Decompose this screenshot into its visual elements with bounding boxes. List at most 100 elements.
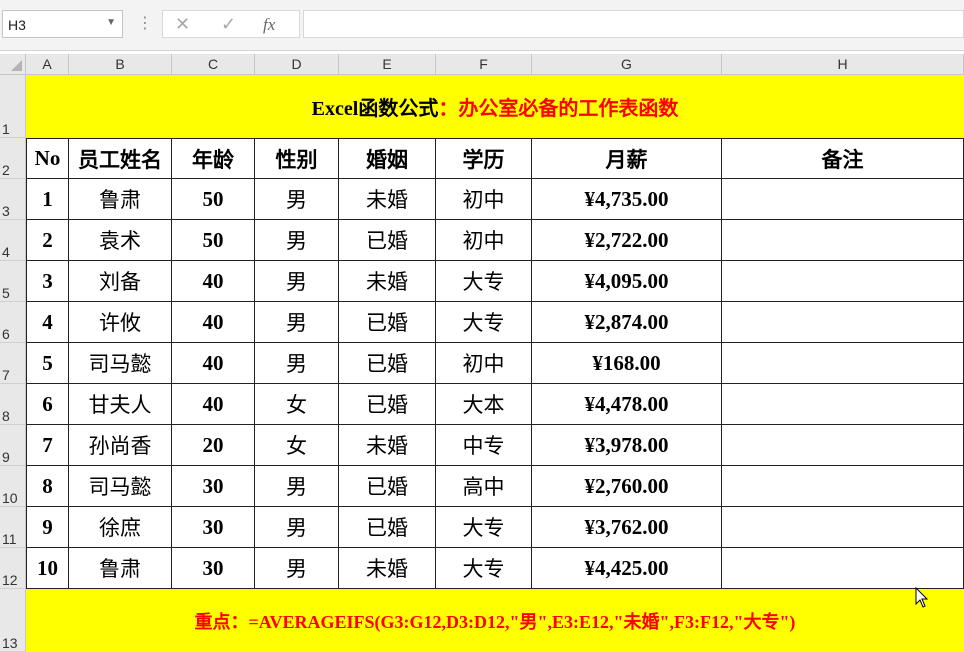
- table-cell[interactable]: ¥4,095.00: [532, 261, 722, 302]
- table-cell[interactable]: 大专: [436, 261, 532, 302]
- table-cell[interactable]: [722, 466, 964, 507]
- table-cell[interactable]: 男: [255, 507, 339, 548]
- row-header-5[interactable]: 5: [0, 261, 26, 302]
- column-header-b[interactable]: B: [69, 54, 172, 75]
- table-cell[interactable]: 男: [255, 220, 339, 261]
- header-cell[interactable]: 婚姻: [339, 138, 436, 179]
- formula-input[interactable]: [303, 10, 964, 38]
- table-cell[interactable]: 初中: [436, 343, 532, 384]
- table-cell[interactable]: 男: [255, 343, 339, 384]
- header-cell[interactable]: 备注: [722, 138, 964, 179]
- table-cell[interactable]: 已婚: [339, 343, 436, 384]
- table-cell[interactable]: [722, 343, 964, 384]
- chevron-down-icon[interactable]: ▼: [106, 17, 116, 28]
- table-cell[interactable]: 3: [26, 261, 69, 302]
- table-cell[interactable]: ¥4,425.00: [532, 548, 722, 589]
- header-cell[interactable]: 月薪: [532, 138, 722, 179]
- table-cell[interactable]: 8: [26, 466, 69, 507]
- table-cell[interactable]: 2: [26, 220, 69, 261]
- table-cell[interactable]: 50: [172, 220, 255, 261]
- column-header-h[interactable]: H: [722, 54, 964, 75]
- table-cell[interactable]: 未婚: [339, 425, 436, 466]
- table-cell[interactable]: 4: [26, 302, 69, 343]
- table-cell[interactable]: 已婚: [339, 384, 436, 425]
- table-cell[interactable]: 未婚: [339, 179, 436, 220]
- table-cell[interactable]: 女: [255, 425, 339, 466]
- row-header-7[interactable]: 7: [0, 343, 26, 384]
- row-header-3[interactable]: 3: [0, 179, 26, 220]
- table-cell[interactable]: 男: [255, 302, 339, 343]
- table-cell[interactable]: 初中: [436, 179, 532, 220]
- footer-band[interactable]: 重点： =AVERAGEIFS(G3:G12,D3:D12,"男",E3:E12,…: [26, 589, 964, 652]
- table-cell[interactable]: 1: [26, 179, 69, 220]
- table-cell[interactable]: 40: [172, 261, 255, 302]
- table-cell[interactable]: 孙尚香: [69, 425, 172, 466]
- table-cell[interactable]: 大专: [436, 302, 532, 343]
- table-cell[interactable]: [722, 548, 964, 589]
- table-cell[interactable]: 30: [172, 548, 255, 589]
- table-cell[interactable]: ¥168.00: [532, 343, 722, 384]
- table-cell[interactable]: 40: [172, 384, 255, 425]
- header-cell[interactable]: 员工姓名: [69, 138, 172, 179]
- table-cell[interactable]: ¥3,978.00: [532, 425, 722, 466]
- table-cell[interactable]: ¥2,874.00: [532, 302, 722, 343]
- column-header-e[interactable]: E: [339, 54, 436, 75]
- row-header-2[interactable]: 2: [0, 138, 26, 179]
- table-cell[interactable]: 初中: [436, 220, 532, 261]
- title-band[interactable]: Excel函数公式 ：办公室必备的工作表函数: [26, 75, 964, 138]
- table-cell[interactable]: 男: [255, 179, 339, 220]
- table-cell[interactable]: 20: [172, 425, 255, 466]
- column-header-f[interactable]: F: [436, 54, 532, 75]
- table-cell[interactable]: 已婚: [339, 466, 436, 507]
- table-cell[interactable]: [722, 302, 964, 343]
- table-cell[interactable]: 司马懿: [69, 343, 172, 384]
- table-cell[interactable]: 鲁肃: [69, 179, 172, 220]
- more-options-icon[interactable]: ⋮: [137, 13, 153, 33]
- table-cell[interactable]: [722, 261, 964, 302]
- table-cell[interactable]: 徐庶: [69, 507, 172, 548]
- table-cell[interactable]: ¥2,760.00: [532, 466, 722, 507]
- name-box[interactable]: H3 ▼: [2, 10, 123, 38]
- table-cell[interactable]: [722, 425, 964, 466]
- table-cell[interactable]: 中专: [436, 425, 532, 466]
- table-cell[interactable]: 大专: [436, 548, 532, 589]
- table-cell[interactable]: 40: [172, 302, 255, 343]
- table-cell[interactable]: 已婚: [339, 507, 436, 548]
- header-cell[interactable]: No: [26, 138, 69, 179]
- select-all-button[interactable]: [0, 54, 26, 75]
- table-cell[interactable]: ¥4,478.00: [532, 384, 722, 425]
- table-cell[interactable]: ¥4,735.00: [532, 179, 722, 220]
- table-cell[interactable]: ¥3,762.00: [532, 507, 722, 548]
- table-cell[interactable]: 袁术: [69, 220, 172, 261]
- table-cell[interactable]: 高中: [436, 466, 532, 507]
- row-header-10[interactable]: 10: [0, 466, 26, 507]
- row-header-8[interactable]: 8: [0, 384, 26, 425]
- table-cell[interactable]: 5: [26, 343, 69, 384]
- table-cell[interactable]: 男: [255, 466, 339, 507]
- column-header-a[interactable]: A: [26, 54, 69, 75]
- table-cell[interactable]: 大本: [436, 384, 532, 425]
- row-header-12[interactable]: 12: [0, 548, 26, 589]
- table-cell[interactable]: [722, 179, 964, 220]
- table-cell[interactable]: 30: [172, 466, 255, 507]
- table-cell[interactable]: 已婚: [339, 302, 436, 343]
- table-cell[interactable]: 10: [26, 548, 69, 589]
- table-cell[interactable]: 司马懿: [69, 466, 172, 507]
- enter-icon[interactable]: ✓: [221, 14, 236, 35]
- table-cell[interactable]: ¥2,722.00: [532, 220, 722, 261]
- table-cell[interactable]: [722, 384, 964, 425]
- table-cell[interactable]: 50: [172, 179, 255, 220]
- table-cell[interactable]: 大专: [436, 507, 532, 548]
- column-header-c[interactable]: C: [172, 54, 255, 75]
- table-cell[interactable]: 女: [255, 384, 339, 425]
- row-header-13[interactable]: 13: [0, 589, 26, 652]
- insert-function-icon[interactable]: fx: [263, 15, 275, 35]
- header-cell[interactable]: 年龄: [172, 138, 255, 179]
- table-cell[interactable]: 6: [26, 384, 69, 425]
- table-cell[interactable]: 未婚: [339, 548, 436, 589]
- table-cell[interactable]: 9: [26, 507, 69, 548]
- row-header-1[interactable]: 1: [0, 75, 26, 138]
- column-header-g[interactable]: G: [532, 54, 722, 75]
- table-cell[interactable]: 许攸: [69, 302, 172, 343]
- table-cell[interactable]: 已婚: [339, 220, 436, 261]
